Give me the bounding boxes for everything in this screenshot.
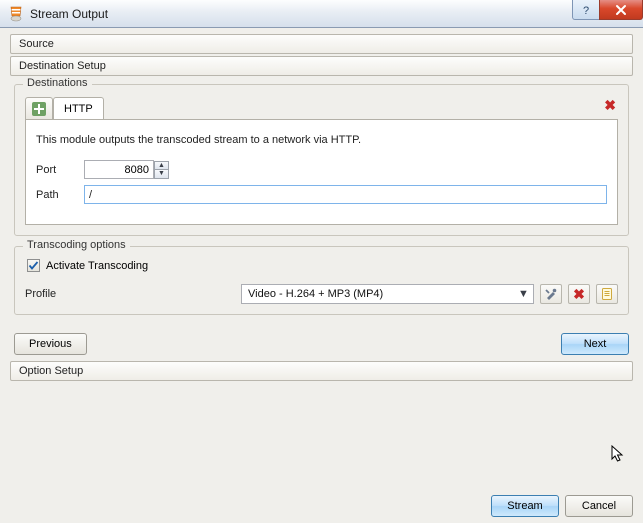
stream-button[interactable]: Stream: [491, 495, 559, 517]
port-label: Port: [36, 164, 84, 176]
next-button-label: Next: [584, 338, 607, 350]
destinations-group: Destinations HTTP ✖ This module outputs …: [14, 84, 629, 236]
app-icon: [8, 6, 24, 22]
port-step-down[interactable]: ▼: [154, 170, 169, 179]
activate-transcoding-label: Activate Transcoding: [46, 260, 148, 272]
cancel-button-label: Cancel: [582, 500, 616, 512]
delete-profile-button[interactable]: ✖: [568, 284, 590, 304]
profile-select[interactable]: Video - H.264 + MP3 (MP4) ▼: [241, 284, 534, 304]
plus-icon: [32, 102, 46, 116]
cursor-icon: [611, 445, 625, 465]
option-setup-header[interactable]: Option Setup: [10, 361, 633, 381]
check-icon: [28, 260, 39, 271]
port-input[interactable]: [84, 160, 154, 179]
delete-icon: ✖: [573, 286, 585, 303]
window-title: Stream Output: [30, 7, 108, 21]
stream-button-label: Stream: [507, 500, 542, 512]
destinations-group-title: Destinations: [23, 77, 92, 89]
close-button[interactable]: [599, 0, 643, 20]
source-label: Source: [19, 38, 54, 50]
http-tab-body: This module outputs the transcoded strea…: [25, 119, 618, 225]
http-description: This module outputs the transcoded strea…: [36, 134, 607, 146]
transcoding-group-title: Transcoding options: [23, 239, 130, 251]
chevron-down-icon: ▼: [516, 286, 531, 302]
activate-transcoding-checkbox[interactable]: [27, 259, 40, 272]
new-profile-button[interactable]: [596, 284, 618, 304]
source-section-header[interactable]: Source: [10, 34, 633, 54]
http-tab-label: HTTP: [64, 103, 93, 115]
tools-icon: [544, 287, 558, 301]
previous-button[interactable]: Previous: [14, 333, 87, 355]
cancel-button[interactable]: Cancel: [565, 495, 633, 517]
destination-setup-header[interactable]: Destination Setup: [10, 56, 633, 76]
edit-profile-button[interactable]: [540, 284, 562, 304]
remove-destination-icon[interactable]: ✖: [604, 97, 616, 114]
new-file-icon: [600, 287, 614, 301]
titlebar: Stream Output ?: [0, 0, 643, 28]
transcoding-group: Transcoding options Activate Transcoding…: [14, 246, 629, 315]
http-tab[interactable]: HTTP: [53, 97, 104, 119]
path-input[interactable]: [84, 185, 607, 204]
profile-label: Profile: [25, 288, 235, 300]
profile-selected-value: Video - H.264 + MP3 (MP4): [248, 288, 516, 300]
destination-setup-label: Destination Setup: [19, 60, 106, 72]
port-step-up[interactable]: ▲: [154, 161, 169, 170]
previous-button-label: Previous: [29, 338, 72, 350]
help-button[interactable]: ?: [572, 0, 600, 20]
add-destination-tab[interactable]: [25, 97, 53, 119]
svg-text:?: ?: [583, 5, 589, 16]
next-button[interactable]: Next: [561, 333, 629, 355]
option-setup-label: Option Setup: [19, 365, 83, 377]
path-label: Path: [36, 189, 84, 201]
